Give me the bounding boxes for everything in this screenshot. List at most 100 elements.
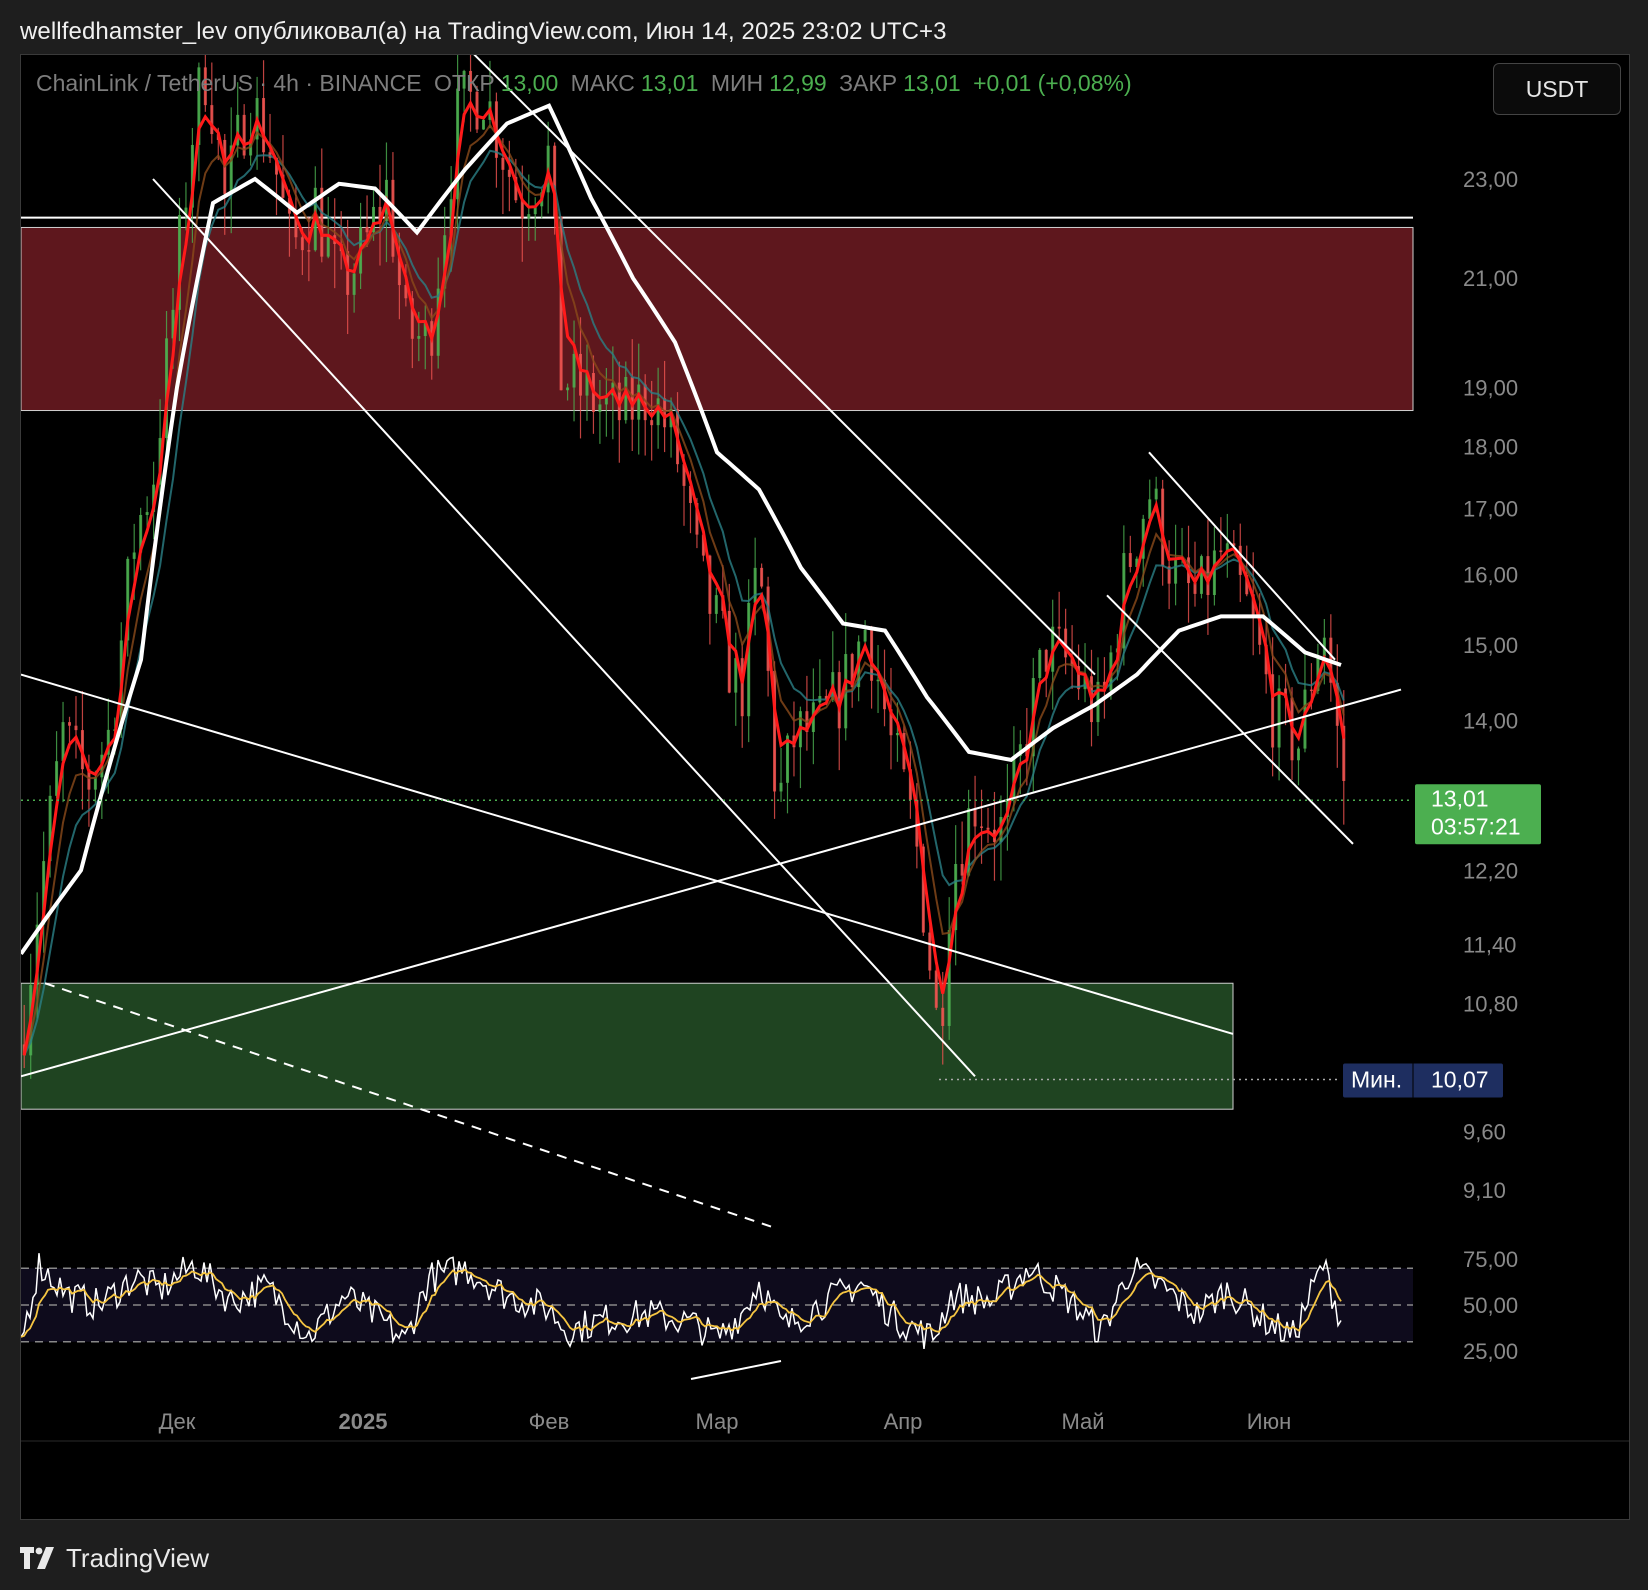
legend-high: 13,01 — [640, 70, 699, 96]
price-axis-tick: 19,00 — [1463, 375, 1518, 400]
legend-close-label: ЗАКР — [839, 70, 898, 96]
candle-body — [417, 336, 421, 339]
candle-body — [1219, 550, 1223, 553]
legend-symbol[interactable]: ChainLink / TetherUS · 4h · BINANCE — [36, 70, 422, 96]
price-axis-tick: 11,40 — [1463, 932, 1516, 957]
candle-body — [1174, 558, 1178, 584]
tradingview-logo[interactable]: TradingView — [20, 1540, 209, 1576]
tradingview-brand: TradingView — [66, 1542, 210, 1573]
tradingview-logo-icon — [20, 1547, 54, 1569]
candle-body — [714, 595, 718, 614]
candle-body — [876, 679, 880, 682]
candle-body — [300, 237, 304, 251]
price-chart-svg[interactable]: 23,00 21,00 19,00 18,00 17,00 16,00 15,00 14,00… — [21, 55, 1629, 1519]
time-axis-label: 2025 — [339, 1409, 388, 1434]
legend-high-label: МАКС — [570, 70, 635, 96]
legend-close: 13,01 — [903, 70, 961, 96]
time-axis-label: Фев — [529, 1409, 570, 1434]
rsi-axis-tick: 50,00 — [1463, 1293, 1518, 1318]
legend-change: +0,01 (+0,08%) — [973, 70, 1132, 96]
chart-frame[interactable]: 23,00 21,00 19,00 18,00 17,00 16,00 15,00 14,00… — [20, 54, 1630, 1520]
currency-button[interactable]: USDT — [1493, 63, 1621, 115]
candle-body — [481, 119, 485, 130]
rsi-axis-tick: 25,00 — [1463, 1339, 1518, 1364]
last-price-badge-countdown: 03:57:21 — [1431, 813, 1521, 839]
candle-body — [934, 970, 938, 1008]
time-axis-label: Дек — [159, 1409, 196, 1434]
price-axis-tick: 16,00 — [1463, 563, 1518, 588]
candle-body — [941, 1007, 945, 1026]
candle-body — [1277, 688, 1281, 748]
candle-body — [747, 602, 751, 717]
price-axis-tick: 18,00 — [1463, 434, 1518, 459]
candle-body — [1296, 748, 1300, 761]
candle-body — [1199, 556, 1203, 594]
candle-body — [630, 376, 634, 420]
candle-body — [760, 567, 764, 587]
candle-body — [663, 398, 667, 428]
candle-body — [61, 722, 65, 762]
candle-body — [572, 353, 576, 388]
min-price-badge-value: 10,07 — [1431, 1067, 1489, 1093]
candle-body — [960, 864, 964, 876]
candle-body — [973, 808, 977, 827]
candle-body — [637, 384, 641, 420]
candle-body — [1154, 488, 1158, 500]
candle-body — [624, 376, 628, 421]
candle-body — [262, 98, 266, 153]
price-axis-tick: 12,20 — [1463, 858, 1518, 883]
price-axis-tick: 9,60 — [1463, 1120, 1506, 1145]
candle-body — [68, 722, 72, 726]
support-zone — [21, 982, 1234, 1110]
candle-body — [346, 251, 350, 295]
price-axis-tick: 23,00 — [1463, 167, 1518, 192]
candle-body — [928, 932, 932, 971]
candle-body — [352, 273, 356, 295]
candle-body — [132, 552, 136, 559]
candle-body — [598, 404, 602, 412]
candle-body — [1057, 626, 1061, 629]
legend-low: 12,99 — [769, 70, 827, 96]
candle-body — [650, 420, 654, 426]
candle-body — [779, 782, 783, 792]
legend-open: 13,00 — [500, 70, 559, 96]
candle-body — [566, 387, 570, 391]
time-axis-label: Мар — [695, 1409, 738, 1434]
candle-body — [501, 157, 505, 170]
time-axis-label: Июн — [1247, 1409, 1291, 1434]
candle-body — [365, 226, 369, 233]
candle-body — [1212, 550, 1216, 596]
candle-body — [210, 105, 214, 135]
candle-body — [753, 567, 757, 603]
candle-body — [326, 235, 330, 257]
time-axis-label: Май — [1061, 1409, 1104, 1434]
candle-body — [74, 725, 78, 731]
candle-body — [93, 777, 97, 790]
candle-body — [145, 512, 149, 515]
price-axis-tick: 10,80 — [1463, 991, 1518, 1016]
candle-body — [475, 91, 479, 130]
candle-body — [895, 733, 899, 736]
candle-body — [307, 250, 311, 252]
legend-low-label: МИН — [710, 70, 764, 96]
publication-header: wellfedhamster_lev опубликовал(а) на Tra… — [20, 18, 947, 45]
symbol-legend: ChainLink / TetherUS · 4h · BINANCE ОТКР… — [36, 70, 1138, 97]
candle-body — [986, 827, 990, 830]
legend-open-label: ОТКР — [434, 70, 495, 96]
rsi-divergence-line — [690, 1360, 782, 1380]
candle-body — [656, 398, 660, 426]
price-axis-tick: 9,10 — [1463, 1178, 1506, 1203]
resistance-zone — [21, 226, 1414, 412]
candle-body — [1128, 553, 1132, 567]
price-axis-tick: 17,00 — [1463, 497, 1518, 522]
last-price-badge-value: 13,01 — [1431, 785, 1489, 811]
min-price-badge-label: Мин. — [1351, 1067, 1402, 1093]
trendline — [1106, 594, 1354, 845]
rsi-axis-tick: 75,00 — [1463, 1247, 1518, 1272]
candle-body — [863, 629, 867, 642]
candle-body — [727, 610, 731, 693]
price-axis-tick: 15,00 — [1463, 633, 1518, 658]
time-axis-label: Апр — [884, 1409, 923, 1434]
candle-body — [527, 214, 531, 219]
candle-body — [980, 826, 984, 828]
